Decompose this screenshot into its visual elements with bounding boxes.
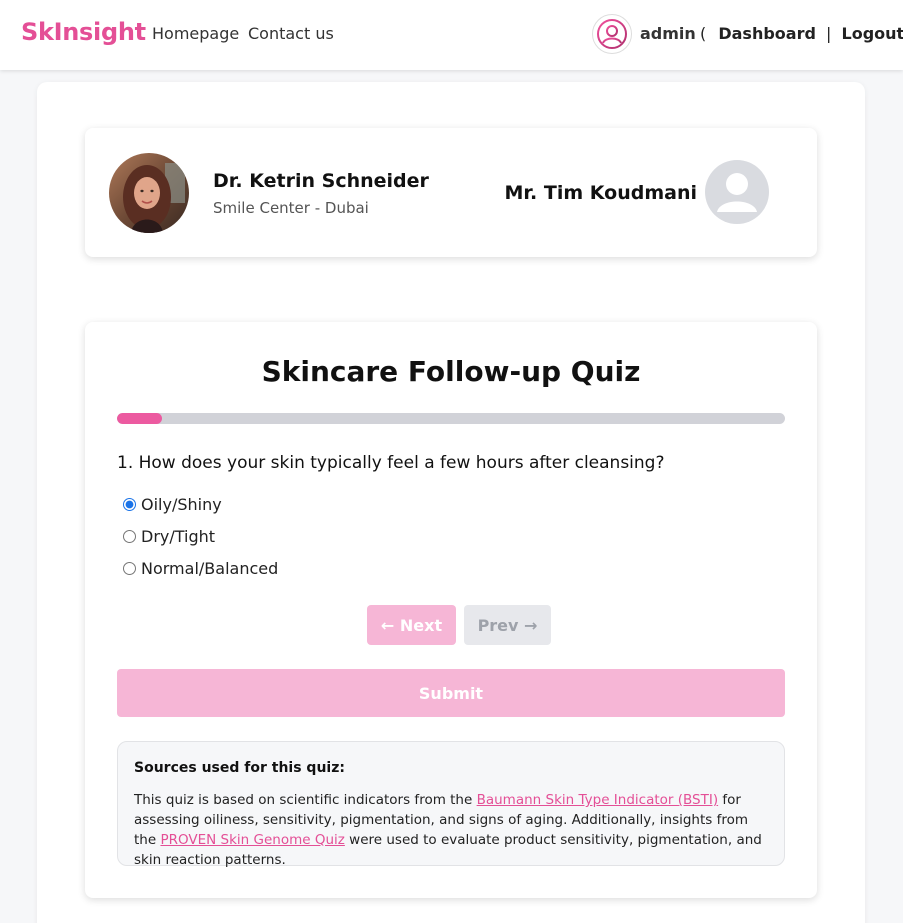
user-circle-icon <box>597 19 627 49</box>
logout-link[interactable]: Logout <box>842 24 903 43</box>
quiz-title: Skincare Follow-up Quiz <box>261 355 641 388</box>
patient-avatar <box>705 160 769 224</box>
open-paren: ( <box>700 24 707 43</box>
proven-quiz-link[interactable]: PROVEN Skin Genome Quiz <box>160 832 344 848</box>
answer-option[interactable]: Oily/Shiny <box>123 495 222 514</box>
sources-box: Sources used for this quiz: This quiz is… <box>117 741 785 868</box>
patient-name: Mr. Tim Koudmani <box>504 182 697 204</box>
default-user-icon <box>717 173 757 212</box>
link-separator: | <box>826 24 832 43</box>
nav-homepage-link[interactable]: Homepage <box>152 24 239 43</box>
quiz-card: Skincare Follow-up Quiz 1. How does your… <box>85 322 817 898</box>
nav-contact-link[interactable]: Contact us <box>248 24 334 43</box>
user-avatar[interactable] <box>592 14 632 54</box>
username: admin <box>640 24 696 43</box>
quiz-progress-bar <box>117 413 785 424</box>
prev-button[interactable]: Prev → <box>464 605 551 645</box>
answer-label: Oily/Shiny <box>141 495 222 514</box>
bsti-link[interactable]: Baumann Skin Type Indicator (BSTI) <box>477 792 719 808</box>
sources-text: This quiz is based on scientific indicat… <box>134 790 768 870</box>
doctor-clinic: Smile Center - Dubai <box>213 199 369 217</box>
next-button[interactable]: ← Next <box>367 605 456 645</box>
user-links: ( Dashboard | Logout ) <box>700 24 903 43</box>
profile-card: Dr. Ketrin Schneider Smile Center - Duba… <box>85 128 817 257</box>
question-text: 1. How does your skin typically feel a f… <box>117 453 665 473</box>
doctor-name: Dr. Ketrin Schneider <box>213 170 429 192</box>
brand-logo[interactable]: SkInsight <box>21 18 146 46</box>
answer-radio[interactable] <box>123 562 136 575</box>
answer-label: Normal/Balanced <box>141 559 279 578</box>
dashboard-link[interactable]: Dashboard <box>718 24 816 43</box>
submit-button[interactable]: Submit <box>117 669 785 717</box>
answer-option[interactable]: Normal/Balanced <box>123 559 278 578</box>
sources-text-part: This quiz is based on scientific indicat… <box>134 792 477 808</box>
answer-radio[interactable] <box>123 498 136 511</box>
answer-label: Dry/Tight <box>141 527 216 546</box>
quiz-progress-fill <box>117 413 162 424</box>
sources-title: Sources used for this quiz: <box>134 760 345 776</box>
answer-radio[interactable] <box>123 530 136 543</box>
top-navbar: SkInsight Homepage Contact us admin ( Da… <box>0 0 903 70</box>
doctor-photo <box>109 153 189 233</box>
answer-option[interactable]: Dry/Tight <box>123 527 215 546</box>
